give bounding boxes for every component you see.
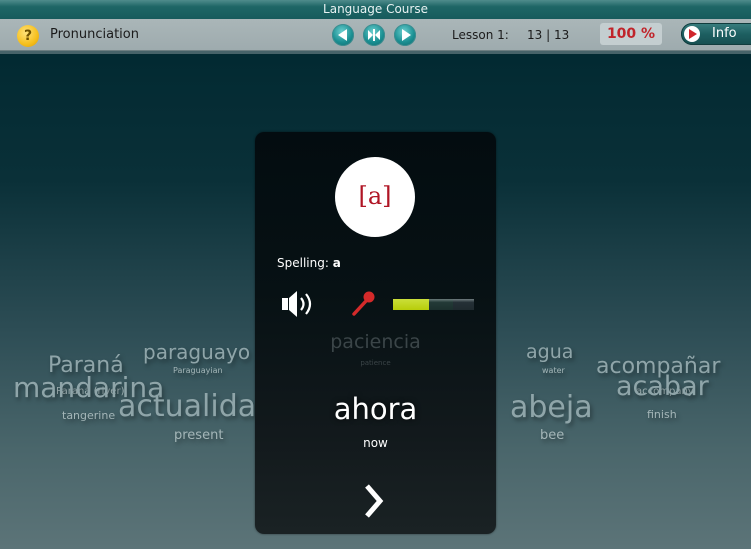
lesson-count: 13 | 13 <box>527 28 570 42</box>
current-translation: now <box>363 436 388 450</box>
skip-icon <box>368 29 380 41</box>
back-button[interactable] <box>332 24 354 46</box>
cloud-translation: finish <box>647 408 677 421</box>
recording-level-meter <box>393 299 474 310</box>
pronunciation-card: [a] Spelling: a paciencia patience ahora… <box>255 132 496 534</box>
toolbar-divider <box>0 51 751 54</box>
section-title: Pronunciation <box>50 27 139 42</box>
recording-level-fill <box>393 299 430 310</box>
cloud-translation: tangerine <box>62 409 116 422</box>
skip-button[interactable] <box>363 24 385 46</box>
spelling-label: Spelling: <box>277 256 329 270</box>
forward-icon <box>402 29 411 41</box>
cloud-translation: bee <box>540 428 565 443</box>
help-icon[interactable]: ? <box>17 25 39 47</box>
current-word: ahora <box>333 392 418 426</box>
microphone-icon[interactable] <box>351 290 377 316</box>
window-title: Language Course <box>323 2 428 16</box>
score-badge: 100 % <box>600 23 662 45</box>
spelling-text: Spelling: a <box>277 256 341 270</box>
info-button[interactable]: Info <box>681 23 751 45</box>
previous-translation: patience <box>360 359 391 367</box>
play-icon <box>684 26 700 42</box>
cloud-word: paraguayo <box>143 340 251 364</box>
chevron-right-icon[interactable] <box>359 482 389 520</box>
cloud-translation: water <box>542 366 565 375</box>
lesson-label: Lesson 1: <box>452 28 509 42</box>
cloud-word: acabar <box>616 371 709 402</box>
info-label: Info <box>712 26 737 41</box>
phoneme-badge: [a] <box>335 157 415 237</box>
toolbar: ? Pronunciation Lesson 1: 13 | 13 100 % … <box>0 19 751 51</box>
recording-level-segment <box>453 299 474 310</box>
cloud-word: actualidad <box>118 389 276 424</box>
speaker-icon[interactable] <box>281 289 319 319</box>
back-icon <box>338 29 347 41</box>
cloud-translation: Paraguayian <box>173 366 223 375</box>
window-title-bar: Language Course <box>0 0 751 19</box>
previous-word: paciencia <box>330 331 421 353</box>
forward-button[interactable] <box>394 24 416 46</box>
cloud-translation: present <box>174 428 224 443</box>
cloud-word: abeja <box>510 390 593 425</box>
spelling-value: a <box>332 256 341 270</box>
cloud-word: agua <box>526 341 574 363</box>
